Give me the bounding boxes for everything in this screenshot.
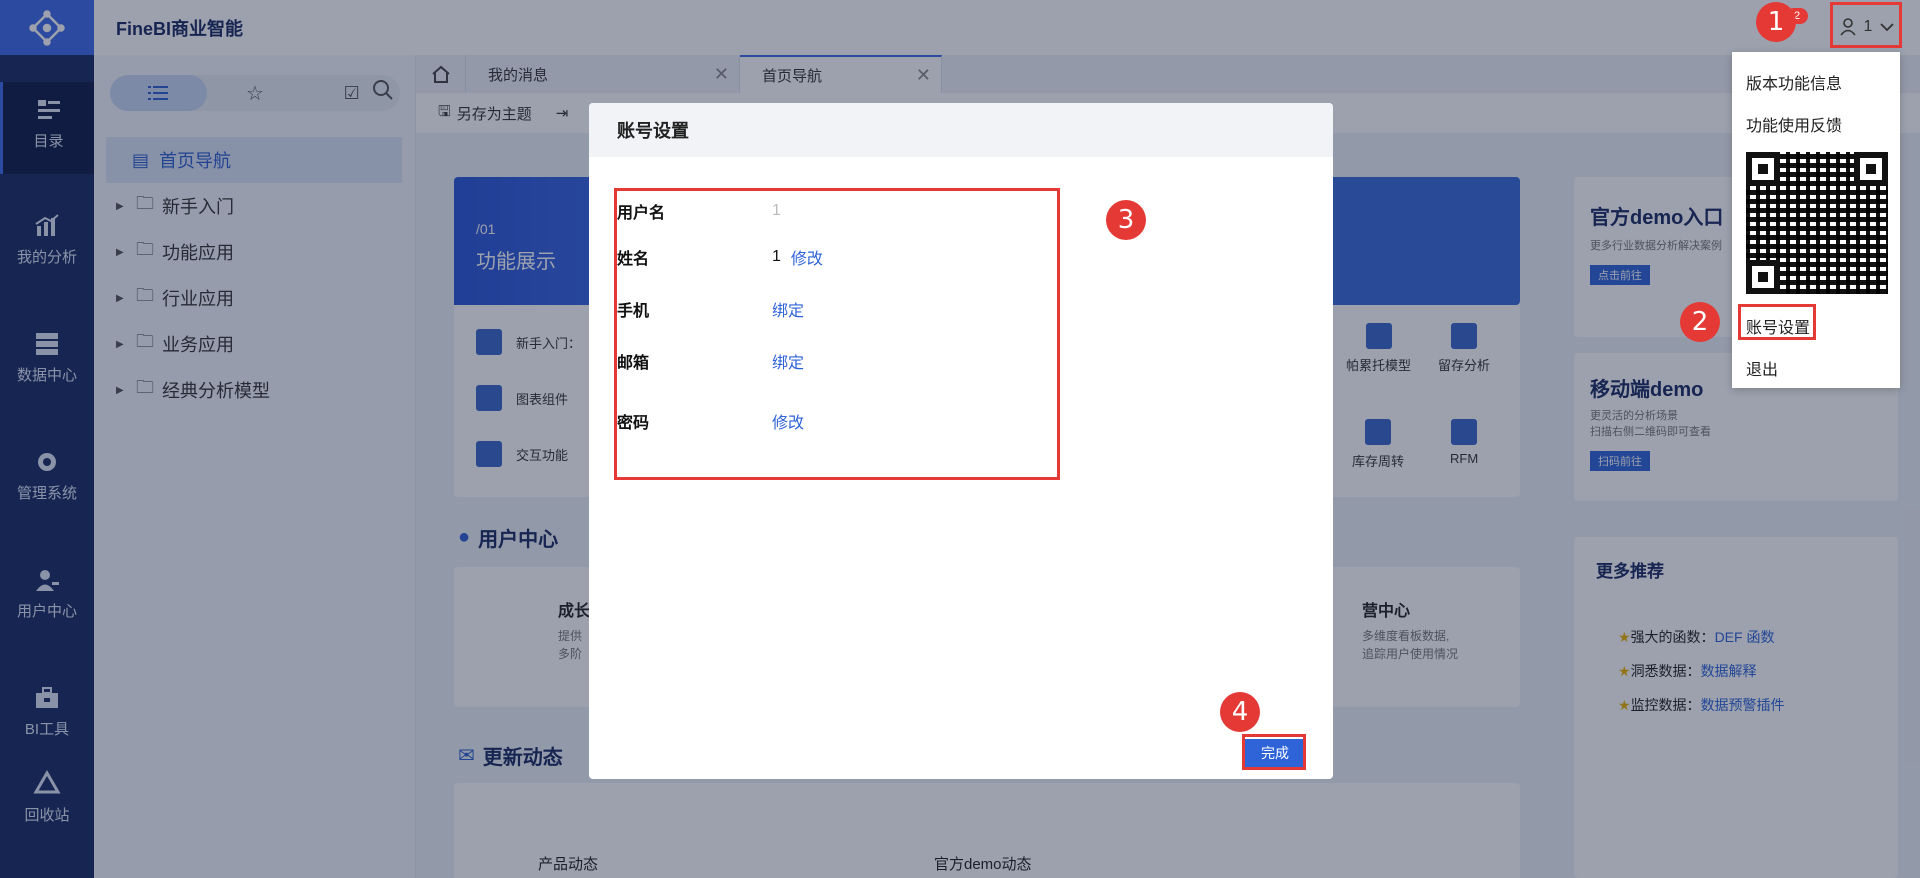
step-badge-2: 2 [1680, 302, 1720, 342]
menu-item-feedback[interactable]: 功能使用反馈 [1746, 112, 1842, 136]
dialog-title: 账号设置 [589, 103, 1333, 157]
menu-item-logout[interactable]: 退出 [1746, 356, 1778, 380]
highlight-box-account-settings [1738, 304, 1816, 340]
step-badge-3: 3 [1106, 200, 1146, 240]
menu-item-version-info[interactable]: 版本功能信息 [1746, 70, 1842, 94]
qr-code-image [1746, 152, 1888, 294]
step-badge-4: 4 [1220, 692, 1260, 732]
highlight-box-form [614, 188, 1060, 480]
highlight-box-done [1242, 734, 1306, 770]
step-badge-1: 1 [1756, 2, 1796, 42]
highlight-box-user-menu [1830, 2, 1902, 48]
